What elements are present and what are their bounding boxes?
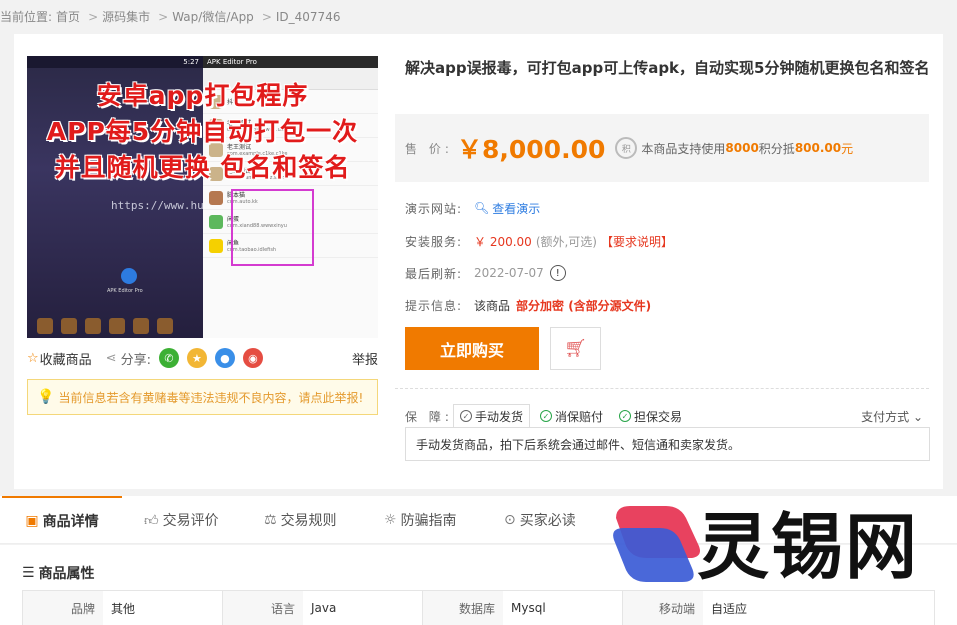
price-box: 售 价: ￥8,000.00 积 本商品支持使用 8000 积分抵 800.00 元 [395, 114, 929, 182]
attr-value: 其他 [103, 591, 223, 625]
check-icon: ✓ [540, 410, 553, 422]
add-to-cart-button[interactable]: 🛒︎ [550, 327, 601, 370]
product-card: 5:27 https://www.huzh...app10055 APK Edi… [14, 34, 943, 489]
tab-product-details[interactable]: ▣ 商品详情 [2, 496, 122, 544]
attr-value: Mysql [503, 591, 623, 625]
app-icon [209, 214, 223, 229]
tab-reviews[interactable]: 👍︎ 交易评价 [144, 496, 219, 544]
attributes-title: ☰ 商品属性 [22, 565, 95, 582]
breadcrumb-id: ID_407746 [275, 10, 341, 24]
breadcrumb-separator: > [158, 10, 169, 24]
preview-dock [37, 318, 197, 334]
check-icon: ✓ [619, 410, 632, 422]
report-link[interactable]: 举报 [352, 349, 378, 368]
star-icon: ☆ [27, 350, 39, 366]
check-icon: ✓ [460, 410, 472, 422]
lightbulb-icon: 💡 [37, 389, 55, 405]
guarantee-tab-manual[interactable]: ✓ 手动发货 [453, 404, 531, 428]
product-title: 解决app误报毒，可打包app可上传apk，自动实现5分钟随机更换包名和签名 [405, 59, 930, 77]
attr-value: Java [303, 591, 423, 625]
preview-highlight-box [231, 189, 314, 266]
document-icon: ▣ [25, 513, 39, 529]
payment-methods-dropdown[interactable]: 支付方式 ⌄ [861, 408, 923, 425]
attr-key: 数据库 [423, 591, 503, 625]
refresh-row: 最后刷新: 2022-07-07 ! [405, 263, 566, 283]
preview-overlay-text: 安卓app打包程序 APP每5分钟自动打包一次 并且随机更换 包名和签名 [46, 81, 359, 182]
product-preview-image[interactable]: 5:27 https://www.huzh...app10055 APK Edi… [27, 56, 378, 338]
tab-anti-fraud[interactable]: ☼ 防骗指南 [384, 496, 457, 544]
guarantee-tabs: 保 障: ✓ 手动发货 ✓ 消保赔付 ✓ 担保交易 支付方式 ⌄ [405, 404, 929, 428]
qq-icon[interactable]: ● [214, 348, 235, 368]
share-label: 分享: [120, 352, 151, 368]
bulb-icon: ☼ [384, 512, 397, 528]
breadcrumb-category[interactable]: Wap/微信/App [172, 10, 254, 24]
encryption-status: 部分加密 (含部分源文件) [516, 298, 652, 313]
scale-icon: ⚖︎ [264, 512, 277, 528]
content-warning[interactable]: 💡 当前信息若含有黄赌毒等违法违规不良内容，请点此举报! [27, 379, 378, 415]
apk-editor-icon [121, 268, 137, 284]
divider [395, 388, 929, 389]
wechat-icon[interactable]: ✆ [158, 348, 179, 368]
breadcrumb-home[interactable]: 首页 [56, 10, 80, 24]
tip-row: 提示信息: 该商品 部分加密 (含部分源文件) [405, 298, 652, 313]
cart-icon: 🛒︎ [564, 338, 587, 359]
chevron-down-icon: ⌄ [909, 409, 923, 424]
share-group: ⋖ 分享: ✆ ★ ● ◉ [106, 348, 263, 368]
guarantee-tab-compensation[interactable]: ✓ 消保赔付 [534, 404, 609, 428]
tab-rules[interactable]: ⚖︎ 交易规则 [264, 496, 337, 544]
thumbs-up-icon: 👍︎ [144, 512, 159, 529]
install-requirements-link[interactable]: 【要求说明】 [601, 233, 673, 250]
install-row: 安装服务: ￥ 200.00 (额外,可选) 【要求说明】 [405, 233, 674, 250]
install-price: ￥ 200.00 [474, 234, 532, 249]
attr-key: 移动端 [623, 591, 703, 625]
qzone-icon[interactable]: ★ [186, 348, 207, 368]
tab-buyer-notes[interactable]: ⊙ 买家必读 [504, 496, 576, 544]
status-time: 5:27 [183, 58, 199, 66]
breadcrumb: 当前位置: 首页 > 源码集市 > Wap/微信/App > ID_407746 [0, 8, 344, 26]
price-value: ￥8,000.00 [457, 135, 606, 164]
eye-icon: ⊙ [504, 512, 516, 528]
breadcrumb-separator: > [261, 10, 272, 24]
watermark-logo [613, 506, 700, 582]
buy-now-button[interactable]: 立即购买 [405, 327, 539, 370]
product-actions: ☆ 收藏商品 ⋖ 分享: ✆ ★ ● ◉ 举报 [27, 348, 378, 368]
exclamation-icon: ! [549, 265, 566, 281]
list-icon: ☰ [22, 565, 35, 581]
points-icon: 积 [615, 137, 638, 159]
demo-link[interactable]: 查看演示 [492, 200, 540, 217]
points-info: 积 本商品支持使用 8000 积分抵 800.00 元 [615, 137, 853, 159]
breadcrumb-separator: > [88, 10, 99, 24]
weibo-icon[interactable]: ◉ [242, 348, 263, 368]
demo-row: 演示网站: 🔍︎ 查看演示 [405, 200, 541, 217]
watermark-text: 灵锡网 [697, 505, 920, 589]
search-icon: 🔍︎ [474, 201, 490, 215]
breadcrumb-prefix: 当前位置: [0, 10, 53, 24]
warning-text: 当前信息若含有黄赌毒等违法违规不良内容，请点此举报! [58, 390, 364, 405]
preview-app-header: APK Editor Pro [207, 58, 257, 66]
attr-key: 语言 [223, 591, 303, 625]
share-icon: ⋖ [105, 350, 117, 366]
app-icon [209, 238, 223, 253]
refresh-date: 2022-07-07 [474, 266, 544, 280]
attr-key: 品牌 [23, 591, 103, 625]
breadcrumb-market[interactable]: 源码集市 [102, 10, 150, 24]
guarantee-description: 手动发货商品，拍下后系统会通过邮件、短信通和卖家发货。 [405, 427, 930, 461]
guarantee-tab-escrow[interactable]: ✓ 担保交易 [613, 404, 688, 428]
attributes-table: 品牌 其他 语言 Java 数据库 Mysql 移动端 自适应 [22, 590, 935, 625]
favorite-button[interactable]: ☆ 收藏商品 [27, 349, 92, 368]
price-label: 售 价: [405, 141, 453, 156]
apk-editor-label: APK Editor Pro [107, 288, 143, 294]
app-icon [209, 190, 223, 205]
attr-value: 自适应 [711, 601, 748, 616]
